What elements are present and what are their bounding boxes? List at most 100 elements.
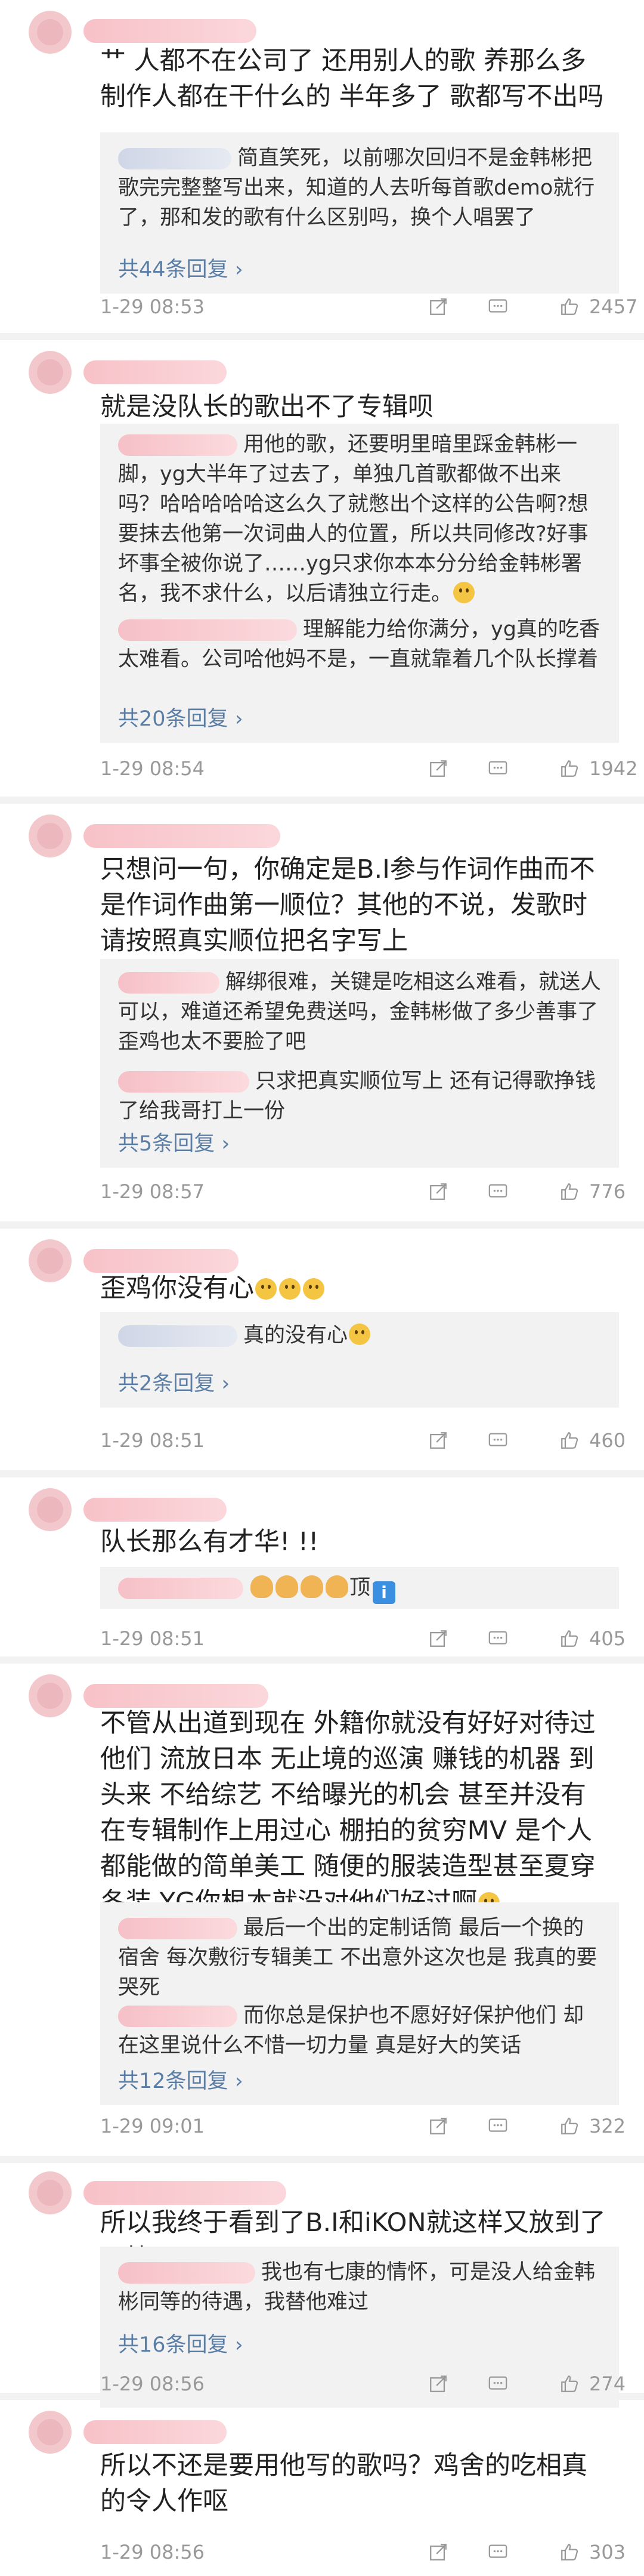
username-redacted[interactable] (83, 1684, 268, 1708)
comment-icon[interactable] (488, 2374, 508, 2394)
timestamp: 1-29 09:01 (100, 2115, 205, 2137)
avatar[interactable] (29, 815, 72, 857)
chevron-right-icon: › (234, 2069, 243, 2093)
reply-item: 我也有七康的情怀，可是没人给金韩彬同等的待遇，我替他难过 (118, 2257, 601, 2317)
comment-item: 歪鸡你没有心 真的没有心 共2条回复 › 1-29 08:51 460 (0, 1229, 644, 1470)
reply-box[interactable]: 顶i (100, 1567, 619, 1609)
reply-box[interactable]: 真的没有心 共2条回复 › (100, 1312, 619, 1408)
reply-username-redacted[interactable] (118, 2262, 255, 2284)
thumbs-up-icon[interactable] (559, 758, 580, 779)
thumbs-up-icon[interactable] (559, 1628, 580, 1649)
reply-username-redacted[interactable] (118, 1918, 237, 1939)
divider (0, 2156, 644, 2163)
emoji-icon (303, 1278, 324, 1300)
comment-actions: 1-29 08:51 460 (100, 1426, 626, 1455)
username-redacted[interactable] (83, 1249, 239, 1273)
reply-username-redacted[interactable] (118, 1578, 243, 1599)
username-redacted[interactable] (83, 360, 227, 384)
share-icon[interactable] (428, 1430, 448, 1451)
reply-box[interactable]: 用他的歌，还要明里暗里踩金韩彬一脚，yg大半年了过去了，单独几首歌都做不出来吗？… (100, 424, 619, 743)
avatar[interactable] (29, 351, 72, 394)
username-redacted[interactable] (83, 824, 280, 848)
avatar[interactable] (29, 2411, 72, 2454)
comment-icon[interactable] (488, 758, 508, 779)
like-count: 322 (589, 2115, 626, 2137)
chevron-right-icon: › (234, 258, 243, 282)
crying-emoji-icon (349, 1324, 371, 1345)
avatar[interactable] (29, 1239, 72, 1282)
comment-text-body: 歪鸡你没有心 (100, 1273, 254, 1303)
reply-username-redacted[interactable] (118, 972, 219, 994)
reply-item: 最后一个出的定制话筒 最后一个换的宿舍 每次敷衍专辑美工 不出意外这次也是 我真… (118, 1913, 601, 2003)
view-replies-link[interactable]: 共2条回复 › (118, 1369, 230, 1399)
view-replies-label: 共5条回复 (118, 1132, 215, 1156)
reply-username-redacted[interactable] (118, 148, 231, 169)
share-icon[interactable] (428, 2542, 448, 2562)
view-replies-link[interactable]: 共44条回复 › (118, 255, 243, 285)
chevron-right-icon: › (221, 1372, 230, 1396)
reply-item: 理解能力给你满分，yg真的吃香太难看。公司哈他妈不是，一直就靠着几个队长撑着 (118, 615, 601, 674)
username-redacted[interactable] (83, 1498, 227, 1522)
comment-text-body: 不管从出道到现在 外籍你就没有好好对待过他们 流放日本 无止境的巡演 赚钱的机器… (100, 1708, 596, 1917)
reply-text: 用他的歌，还要明里暗里踩金韩彬一脚，yg大半年了过去了，单独几首歌都做不出来吗？… (118, 433, 589, 606)
view-replies-label: 共44条回复 (118, 258, 228, 282)
comment-item: 只想问一句，你确定是B.I参与作词作曲而不是作词作曲第一顺位？其他的不说，发歌时… (0, 804, 644, 1221)
reply-item: 只求把真实顺位写上 还有记得歌挣钱了给我哥打上一份 (118, 1066, 601, 1126)
thumbs-up-icon[interactable] (559, 1430, 580, 1451)
reply-text: 顶 (349, 1576, 371, 1600)
chevron-right-icon: › (221, 1132, 230, 1156)
username-redacted[interactable] (83, 19, 256, 43)
comment-icon[interactable] (488, 297, 508, 317)
comment-icon[interactable] (488, 1628, 508, 1649)
chevron-right-icon: › (234, 707, 243, 731)
reply-username-redacted[interactable] (118, 1325, 237, 1347)
reply-username-redacted[interactable] (118, 619, 297, 641)
avatar[interactable] (29, 2171, 72, 2214)
avatar[interactable] (29, 11, 72, 54)
reply-username-redacted[interactable] (118, 2006, 237, 2027)
share-icon[interactable] (428, 297, 448, 317)
thumbs-up-icon[interactable] (559, 2116, 580, 2136)
timestamp: 1-29 08:57 (100, 1180, 205, 1203)
share-icon[interactable] (428, 1181, 448, 1202)
thumbs-up-icon[interactable] (559, 2374, 580, 2394)
comment-text: 不管从出道到现在 外籍你就没有好好对待过他们 流放日本 无止境的巡演 赚钱的机器… (100, 1705, 608, 1920)
reply-username-redacted[interactable] (118, 434, 237, 456)
share-icon[interactable] (428, 758, 448, 779)
info-emoji-icon: i (373, 1581, 396, 1604)
thumbs-up-icon[interactable] (559, 297, 580, 317)
emoji-icon (279, 1278, 301, 1300)
view-replies-link[interactable]: 共20条回复 › (118, 704, 243, 734)
timestamp: 1-29 08:53 (100, 295, 205, 318)
comment-item: 所以不还是要用他写的歌吗？鸡舍的吃相真的令人作呕 1-29 08:56 303 (0, 2400, 644, 2576)
view-replies-link[interactable]: 共5条回复 › (118, 1129, 230, 1159)
reply-item: 解绑很难，关键是吃相这么难看，就送人可以，难道还希望免费送吗，金韩彬做了多少善事… (118, 967, 601, 1057)
username-redacted[interactable] (83, 2420, 227, 2444)
reply-box[interactable]: 简直笑死，以前哪次回归不是金韩彬把歌完完整整写出来，知道的人去听每首歌demo就… (100, 132, 619, 294)
thumbs-up-icon[interactable] (559, 1181, 580, 1202)
comment-icon[interactable] (488, 1181, 508, 1202)
comment-icon[interactable] (488, 1430, 508, 1451)
reply-item: 而你总是保护也不愿好好保护他们 却在这里说什么不惜一切力量 真是好大的笑话 (118, 2001, 601, 2060)
comment-icon[interactable] (488, 2116, 508, 2136)
thumbs-up-icon[interactable] (559, 2542, 580, 2562)
flexed-bicep-icon (301, 1575, 323, 1598)
emoji-icon (255, 1278, 277, 1300)
share-icon[interactable] (428, 1628, 448, 1649)
username-redacted[interactable] (83, 2181, 286, 2205)
share-icon[interactable] (428, 2116, 448, 2136)
comment-text: 队长那么有才华! !! (100, 1527, 319, 1557)
like-count: 2457 (589, 295, 638, 318)
smile-emoji-icon (453, 582, 475, 603)
reply-box[interactable]: 最后一个出的定制话筒 最后一个换的宿舍 每次敷衍专辑美工 不出意外这次也是 我真… (100, 1902, 619, 2105)
view-replies-link[interactable]: 共16条回复 › (118, 2330, 243, 2360)
reply-box[interactable]: 解绑很难，关键是吃相这么难看，就送人可以，难道还希望免费送吗，金韩彬做了多少善事… (100, 959, 619, 1168)
view-replies-link[interactable]: 共12条回复 › (118, 2066, 243, 2096)
avatar[interactable] (29, 1674, 72, 1717)
comment-icon[interactable] (488, 2542, 508, 2562)
avatar[interactable] (29, 1488, 72, 1531)
reply-username-redacted[interactable] (118, 1071, 249, 1093)
divider (0, 797, 644, 804)
comment-item: 艹 人都不在公司了 还用别人的歌 养那么多制作人都在干什么的 半年多了 歌都写不… (0, 0, 644, 334)
share-icon[interactable] (428, 2374, 448, 2394)
